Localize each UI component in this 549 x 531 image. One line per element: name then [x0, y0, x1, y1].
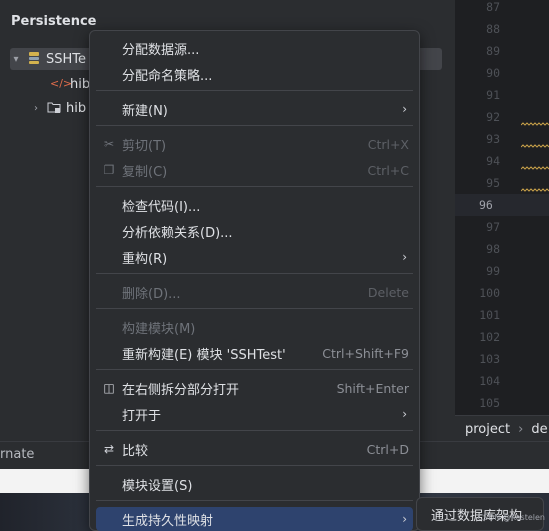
menu-separator — [96, 465, 413, 466]
chevron-right-icon: › — [402, 250, 407, 264]
line-number: 105 — [479, 396, 500, 410]
chevron-down-icon[interactable]: ▾ — [10, 54, 22, 65]
warning-squiggle — [521, 144, 549, 148]
menu-separator — [96, 90, 413, 91]
chevron-right-icon[interactable]: › — [30, 103, 42, 114]
menu-separator — [96, 125, 413, 126]
menu-item-shortcut: Ctrl+Shift+F9 — [322, 345, 409, 361]
line-number: 104 — [479, 374, 500, 388]
split-icon: ◫ — [103, 381, 115, 395]
menu-item-label: 分配命名策略... — [122, 68, 213, 84]
menu-item-new[interactable]: 新建(N) › — [96, 97, 413, 121]
xml-icon: </> — [50, 77, 73, 90]
line-number: 99 — [486, 264, 500, 278]
menu-item-open-in[interactable]: 打开于 › — [96, 402, 413, 426]
line-number: 89 — [486, 44, 500, 58]
line-number: 100 — [479, 286, 500, 300]
menu-item-generate-persistence-mapping[interactable]: 生成持久性映射 › — [96, 507, 413, 531]
menu-item-shortcut: Shift+Enter — [336, 380, 409, 396]
warning-squiggle — [521, 188, 549, 192]
folder-icon — [46, 100, 62, 116]
tree-item-folder[interactable]: › hib — [30, 97, 94, 119]
module-icon — [26, 51, 42, 67]
compare-icon: ⇄ — [103, 442, 115, 456]
line-number: 102 — [479, 330, 500, 344]
menu-item-module-settings[interactable]: 模块设置(S) — [96, 472, 413, 496]
breadcrumb-item[interactable]: project — [455, 422, 510, 437]
menu-item-label: 构建模块(M) — [122, 321, 196, 337]
menu-item-label: 分配数据源... — [122, 42, 200, 58]
line-number: 90 — [486, 66, 500, 80]
menu-item-rebuild-module[interactable]: 重新构建(E) 模块 'SSHTest' Ctrl+Shift+F9 — [96, 341, 413, 365]
menu-item-label: 比较 — [122, 443, 149, 459]
chevron-right-icon: › — [402, 407, 407, 421]
menu-item-inspect-code[interactable]: 检查代码(I)... — [96, 193, 413, 217]
menu-separator — [96, 308, 413, 309]
line-number: 91 — [486, 88, 500, 102]
menu-item-cut[interactable]: ✂ 剪切(T) Ctrl+X — [96, 132, 413, 156]
line-number: 92 — [486, 110, 500, 124]
menu-item-shortcut: Ctrl+D — [366, 441, 409, 457]
line-number: 94 — [486, 154, 500, 168]
line-number: 87 — [486, 0, 500, 14]
breadcrumb-separator: › — [518, 421, 524, 437]
menu-separator — [96, 186, 413, 187]
watermark: CSDN @Kestelen — [477, 513, 545, 522]
breadcrumb: project › de — [455, 415, 549, 442]
menu-item-build-module[interactable]: 构建模块(M) — [96, 315, 413, 339]
menu-item-label: 分析依赖关系(D)... — [122, 225, 233, 241]
menu-separator — [96, 430, 413, 431]
tree-item-label: hib — [66, 100, 87, 116]
line-number: 96 — [455, 194, 549, 216]
chevron-right-icon: › — [402, 512, 407, 526]
menu-item-label: 打开于 — [122, 408, 162, 424]
menu-item-shortcut: Ctrl+X — [367, 136, 409, 152]
tree-item-xml[interactable]: </> hib — [34, 73, 94, 95]
tree-item-label: SSHTe — [46, 51, 87, 67]
menu-separator — [96, 273, 413, 274]
menu-item-assign-data-source[interactable]: 分配数据源... — [96, 36, 413, 60]
menu-item-label: 模块设置(S) — [122, 478, 193, 494]
menu-item-shortcut: Ctrl+C — [367, 162, 409, 178]
line-number: 88 — [486, 22, 500, 36]
line-number: 103 — [479, 352, 500, 366]
menu-item-label: 检查代码(I)... — [122, 199, 201, 215]
line-number: 98 — [486, 242, 500, 256]
menu-item-compare[interactable]: ⇄ 比较 Ctrl+D — [96, 437, 413, 461]
tree-item-label: hib — [70, 76, 91, 92]
menu-item-label: 删除(D)... — [122, 286, 181, 302]
menu-item-label: 重构(R) — [122, 251, 168, 267]
menu-item-shortcut: Delete — [367, 284, 409, 300]
code-editor[interactable]: 87 88 89 90 91 92 93 94 95 96 97 98 99 100 101 102 103 10… — [455, 0, 549, 415]
scissors-icon: ✂ — [103, 137, 115, 151]
chevron-right-icon: › — [402, 102, 407, 116]
context-menu: 分配数据源... 分配命名策略... 新建(N) › ✂ 剪切(T) Ctrl+X ❐ 复制(C… — [89, 30, 420, 531]
menu-item-assign-naming-strategy[interactable]: 分配命名策略... — [96, 62, 413, 86]
breadcrumb-item[interactable]: de — [531, 422, 547, 437]
menu-item-analyze-dependencies[interactable]: 分析依赖关系(D)... — [96, 219, 413, 243]
menu-item-delete[interactable]: 删除(D)... Delete — [96, 280, 413, 304]
warning-squiggle — [521, 166, 549, 170]
line-number: 93 — [486, 132, 500, 146]
menu-item-refactor[interactable]: 重构(R) › — [96, 245, 413, 269]
menu-item-label: 重新构建(E) 模块 'SSHTest' — [122, 347, 286, 363]
copy-icon: ❐ — [103, 163, 115, 177]
menu-separator — [96, 500, 413, 501]
menu-separator — [96, 369, 413, 370]
line-number: 97 — [486, 220, 500, 234]
panel-title: Persistence — [11, 14, 97, 29]
menu-item-copy[interactable]: ❐ 复制(C) Ctrl+C — [96, 158, 413, 182]
line-number: 101 — [479, 308, 500, 322]
menu-item-label: 剪切(T) — [122, 138, 167, 154]
tool-window-tab[interactable]: rnate — [0, 447, 34, 462]
line-number: 95 — [486, 176, 500, 190]
warning-squiggle — [521, 122, 549, 126]
menu-item-label: 复制(C) — [122, 164, 168, 180]
menu-item-label: 在右侧拆分部分打开 — [122, 382, 240, 398]
menu-item-open-in-right-split[interactable]: ◫ 在右侧拆分部分打开 Shift+Enter — [96, 376, 413, 400]
menu-item-label: 新建(N) — [122, 103, 168, 119]
menu-item-label: 生成持久性映射 — [122, 513, 214, 529]
